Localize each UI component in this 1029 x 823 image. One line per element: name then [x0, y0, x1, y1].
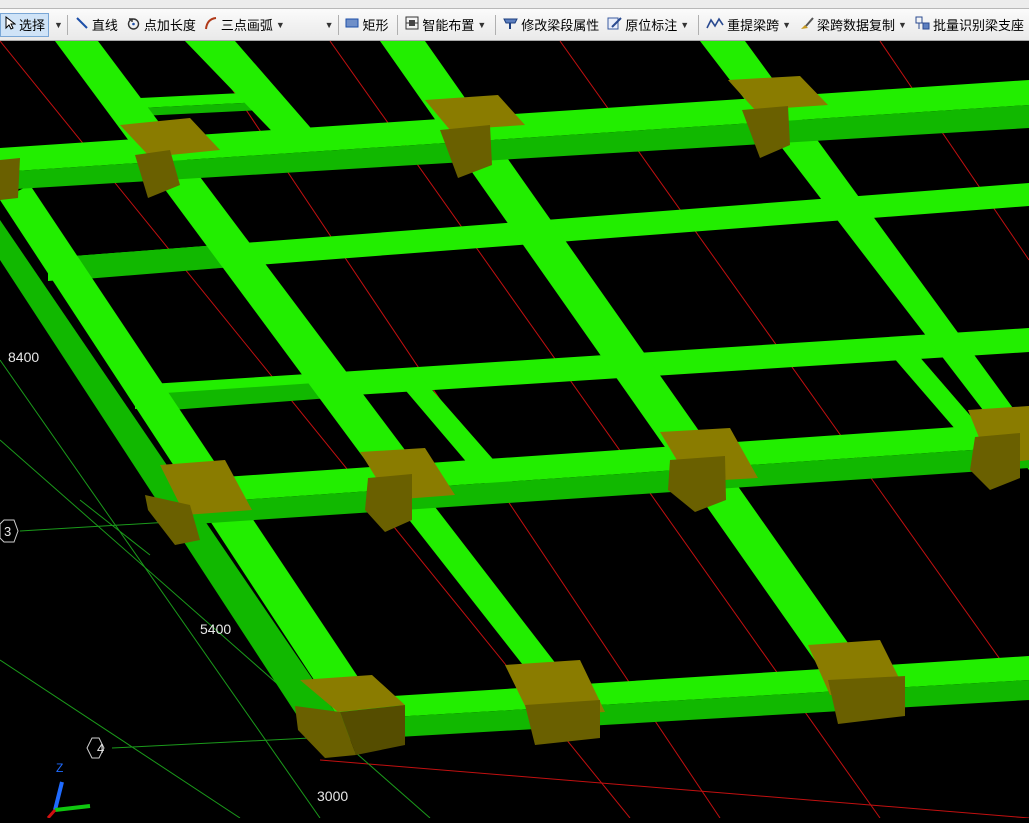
x-axis-arrow-icon [46, 809, 57, 819]
span-copy-label: 梁跨数据复制 [817, 18, 896, 33]
arc-icon [204, 16, 218, 33]
select-dropdown-icon[interactable]: ▼ [54, 20, 63, 30]
batch-identify-label: 批量识别梁支座 [932, 18, 1024, 33]
chevron-down-icon: ▼ [324, 19, 334, 30]
z-axis-label: Z [56, 761, 63, 775]
line-icon [75, 16, 89, 33]
grid-line [79, 499, 151, 556]
brush-icon [799, 16, 814, 33]
smart-layout-icon [405, 16, 419, 33]
axis-label: 4 [97, 741, 104, 756]
three-point-arc-label: 三点画弧 [220, 18, 273, 33]
column[interactable] [295, 675, 405, 758]
point-length-button[interactable]: 点加长度 [123, 13, 199, 37]
3d-viewport[interactable]: 8400 5400 3000 3 4 Z [0, 40, 1029, 819]
re-extract-span-button[interactable]: 重提梁跨 ▼ [703, 13, 794, 37]
three-point-arc-button[interactable]: 三点画弧 ▼ [201, 13, 288, 37]
z-axis-arrow-icon [53, 781, 64, 811]
rotate-point-icon [126, 16, 141, 34]
smart-layout-button[interactable]: 智能布置 ▼ [402, 13, 489, 37]
column[interactable] [0, 158, 20, 200]
smart-layout-label: 智能布置 [422, 18, 475, 33]
mark-edit-icon [607, 16, 622, 33]
arc-dropdown-icon[interactable]: ▼ [276, 20, 285, 30]
y-axis-arrow-icon [54, 804, 91, 812]
rectangle-icon [345, 17, 359, 32]
drawing-toolbar: 选择 ▼ 直线 点加长度 三点画弧 ▼ ▼ 矩形 智能布置 ▼ 修改梁段属性 原… [0, 9, 1029, 41]
cursor-icon [4, 15, 17, 33]
axis-label: 3 [4, 524, 11, 539]
column[interactable] [968, 406, 1029, 490]
in-place-mark-dropdown-icon[interactable]: ▼ [680, 20, 689, 30]
modify-segment-label: 修改梁段属性 [521, 18, 600, 33]
structure-scene[interactable]: 8400 5400 3000 3 4 Z [0, 40, 1029, 819]
batch-identify-button[interactable]: 批量识别梁支座 [912, 13, 1027, 37]
in-place-mark-button[interactable]: 原位标注 ▼ [604, 13, 692, 37]
empty-dropdown[interactable]: ▼ [290, 15, 334, 35]
grid-line [0, 659, 241, 819]
axis-marker: 4 [86, 737, 105, 759]
grid-line [111, 737, 311, 749]
point-length-label: 点加长度 [143, 18, 196, 33]
axis-gizmo: Z [46, 761, 91, 819]
dim-label: 8400 [8, 349, 39, 365]
select-label: 选择 [19, 18, 46, 33]
separator [495, 14, 497, 35]
re-extract-dropdown-icon[interactable]: ▼ [782, 20, 791, 30]
select-button[interactable]: 选择 [0, 12, 50, 37]
modify-segment-button[interactable]: 修改梁段属性 [500, 13, 602, 37]
line-button[interactable]: 直线 [72, 13, 121, 37]
support-identify-icon [915, 16, 930, 33]
modify-beam-icon [503, 16, 519, 33]
dim-label: 5400 [200, 621, 231, 637]
axis-line [879, 40, 1029, 261]
span-icon [706, 16, 724, 33]
menu-strip-clipped [0, 0, 1029, 9]
re-extract-span-label: 重提梁跨 [727, 18, 780, 33]
rect-label: 矩形 [362, 18, 389, 33]
span-copy-dropdown-icon[interactable]: ▼ [898, 20, 907, 30]
line-label: 直线 [91, 18, 118, 33]
in-place-mark-label: 原位标注 [625, 18, 678, 33]
rect-button[interactable]: 矩形 [342, 13, 391, 37]
separator [66, 14, 68, 35]
dim-label: 3000 [317, 788, 348, 804]
axis-marker: 3 [0, 519, 19, 543]
separator [698, 14, 700, 35]
separator [397, 14, 399, 35]
span-copy-button[interactable]: 梁跨数据复制 ▼ [796, 13, 910, 37]
axis-line [319, 759, 1029, 819]
smart-layout-dropdown-icon[interactable]: ▼ [477, 20, 486, 30]
separator [337, 14, 339, 35]
